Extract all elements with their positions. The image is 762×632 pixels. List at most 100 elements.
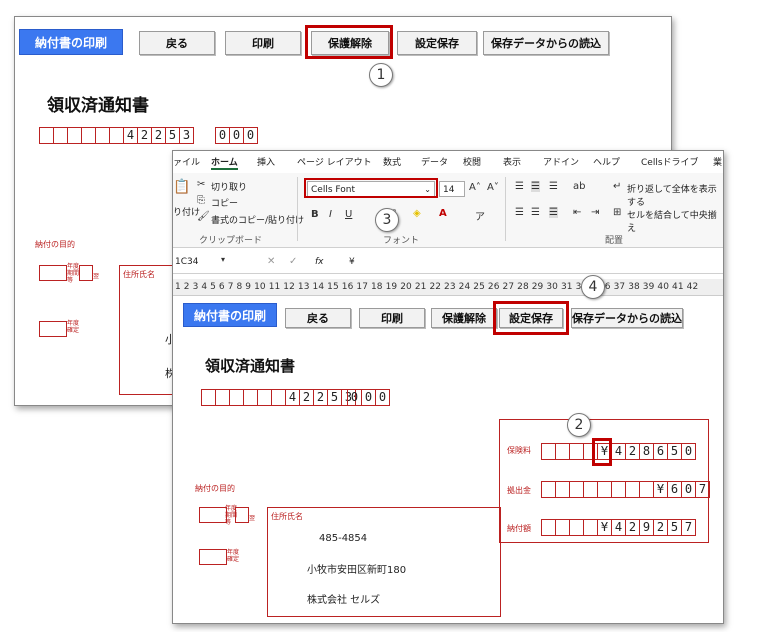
load-saved-button-back[interactable]: 保存データからの読込 (483, 31, 609, 55)
merge-center-icon[interactable]: ⊞ (613, 207, 621, 218)
purpose-label-back: 納付の目的 (35, 240, 75, 249)
digit-box (541, 443, 556, 460)
name-box[interactable]: 1C34 (175, 257, 227, 267)
address-line: 小牧市安田区新町180 (307, 565, 407, 576)
wrap-text-icon[interactable]: ↵ (613, 181, 621, 192)
alignment-group-label: 配置 (605, 236, 624, 246)
year-label-back-2: 年度 確定 (67, 320, 80, 334)
tab-insert[interactable]: 挿入 (257, 155, 275, 168)
digit-box (271, 389, 286, 406)
digit-box: 5 (667, 443, 682, 460)
kyoshutsu-boxes: ¥ 6 0 7 (541, 481, 710, 498)
digit-box (541, 481, 556, 498)
tab-cells-drive[interactable]: Cellsドライブ (641, 155, 699, 168)
fill-color-icon[interactable]: ◈ (413, 208, 421, 219)
align-center-icon[interactable]: ☰ (531, 207, 540, 218)
column-header: 1 2 3 4 5 6 7 8 9 10 11 12 13 14 15 16 1… (173, 279, 723, 296)
digit-box (583, 519, 598, 536)
indent-decrease-icon[interactable]: ⇤ (573, 207, 581, 218)
increase-font-icon[interactable]: A˄ (469, 182, 481, 193)
align-middle-icon[interactable]: ☰ (531, 181, 540, 192)
digit-box: 0 (681, 443, 696, 460)
bold-icon[interactable]: B (311, 209, 319, 220)
tab-data[interactable]: データ (421, 155, 448, 168)
nofu-label: 納付額 (507, 524, 531, 533)
chevron-down-icon[interactable]: ▾ (221, 255, 225, 264)
digit-box (583, 481, 598, 498)
print-form-button[interactable]: 納付書の印刷 (183, 303, 277, 327)
tab-view[interactable]: 表示 (503, 155, 521, 168)
font-size-select[interactable]: 14 (439, 181, 465, 197)
year-suffix: 翌 (249, 515, 256, 522)
doc-title-back: 領収済通知書 (47, 96, 149, 116)
digit-box (569, 443, 584, 460)
number-boxes-back: 4 2 2 5 3 (39, 127, 194, 144)
unprotect-button[interactable]: 保護解除 (431, 308, 497, 328)
back-button[interactable]: 戻る (285, 308, 351, 328)
tab-more[interactable]: 業 (713, 155, 722, 168)
formula-input[interactable]: ¥ (349, 257, 355, 267)
digit-box: 0 (347, 389, 362, 406)
paste-label[interactable]: り付け (173, 205, 200, 218)
digit-box: ¥ (597, 519, 612, 536)
copy-icon[interactable]: ⎘ (197, 195, 205, 206)
format-painter-icon[interactable]: 🖌 (197, 211, 210, 222)
cut-button[interactable]: 切り取り (211, 180, 247, 193)
tab-addins[interactable]: アドイン (543, 155, 579, 168)
digit-box: 0 (215, 127, 230, 144)
print-button-back[interactable]: 印刷 (225, 31, 301, 55)
cut-icon[interactable]: ✂ (197, 179, 205, 190)
paste-icon[interactable]: 📋 (173, 179, 190, 195)
digit-box: 2 (625, 443, 640, 460)
digit-box: 6 (653, 443, 668, 460)
digit-box: 4 (123, 127, 138, 144)
digit-box: 7 (681, 519, 696, 536)
digit-box (555, 443, 570, 460)
cancel-icon[interactable]: ✕ (267, 256, 275, 267)
save-settings-button-back[interactable]: 設定保存 (397, 31, 477, 55)
print-form-button-back[interactable]: 納付書の印刷 (19, 29, 123, 55)
digit-box: 5 (327, 389, 342, 406)
decrease-font-icon[interactable]: A˅ (487, 182, 499, 193)
digit-box: 5 (667, 519, 682, 536)
purpose-label: 納付の目的 (195, 484, 235, 493)
indent-increase-icon[interactable]: ⇥ (591, 207, 599, 218)
group-divider (297, 177, 298, 241)
nofu-boxes: ¥ 4 2 9 2 5 7 (541, 519, 696, 536)
enter-icon[interactable]: ✓ (289, 256, 297, 267)
tab-help[interactable]: ヘルプ (593, 155, 620, 168)
align-right-icon[interactable]: ☰ (549, 207, 558, 218)
digit-box (257, 389, 272, 406)
load-saved-button[interactable]: 保存データからの読込 (571, 308, 683, 328)
tab-home[interactable]: ホーム (211, 155, 238, 170)
phonetic-icon[interactable]: ア (475, 208, 485, 223)
underline-icon[interactable]: U (345, 209, 352, 220)
digit-box (201, 389, 216, 406)
format-painter-button[interactable]: 書式のコピー/貼り付け (211, 213, 304, 226)
address-label: 住所氏名 (271, 512, 303, 521)
digit-box (53, 127, 68, 144)
digit-box (597, 481, 612, 498)
italic-icon[interactable]: I (329, 209, 332, 220)
digit-box: 0 (375, 389, 390, 406)
digit-box: 2 (151, 127, 166, 144)
kyoshutsu-label: 拠出金 (507, 486, 531, 495)
wrap-text-button[interactable]: 折り返して全体を表示する (627, 182, 723, 208)
print-button[interactable]: 印刷 (359, 308, 425, 328)
back-button-back[interactable]: 戻る (139, 31, 215, 55)
highlight-frame-unprotect (305, 25, 393, 59)
address-label-back: 住所氏名 (123, 270, 155, 279)
tab-review[interactable]: 校閲 (463, 155, 481, 168)
font-color-icon[interactable]: A (439, 208, 447, 219)
align-top-icon[interactable]: ☰ (515, 181, 524, 192)
align-left-icon[interactable]: ☰ (515, 207, 524, 218)
tab-page-layout[interactable]: ページ レイアウト (297, 155, 372, 168)
copy-button[interactable]: コピー (211, 196, 238, 209)
orientation-icon[interactable]: ab (573, 181, 585, 192)
fx-icon[interactable]: fx (315, 257, 324, 267)
front-excel-window: ァイル ホーム 挿入 ページ レイアウト 数式 データ 校閲 表示 アドイン ヘ… (172, 150, 724, 624)
merge-center-button[interactable]: セルを結合して中央揃え (627, 208, 723, 234)
align-bottom-icon[interactable]: ☰ (549, 181, 558, 192)
tab-file[interactable]: ァイル (173, 155, 200, 168)
tab-formulas[interactable]: 数式 (383, 155, 401, 168)
